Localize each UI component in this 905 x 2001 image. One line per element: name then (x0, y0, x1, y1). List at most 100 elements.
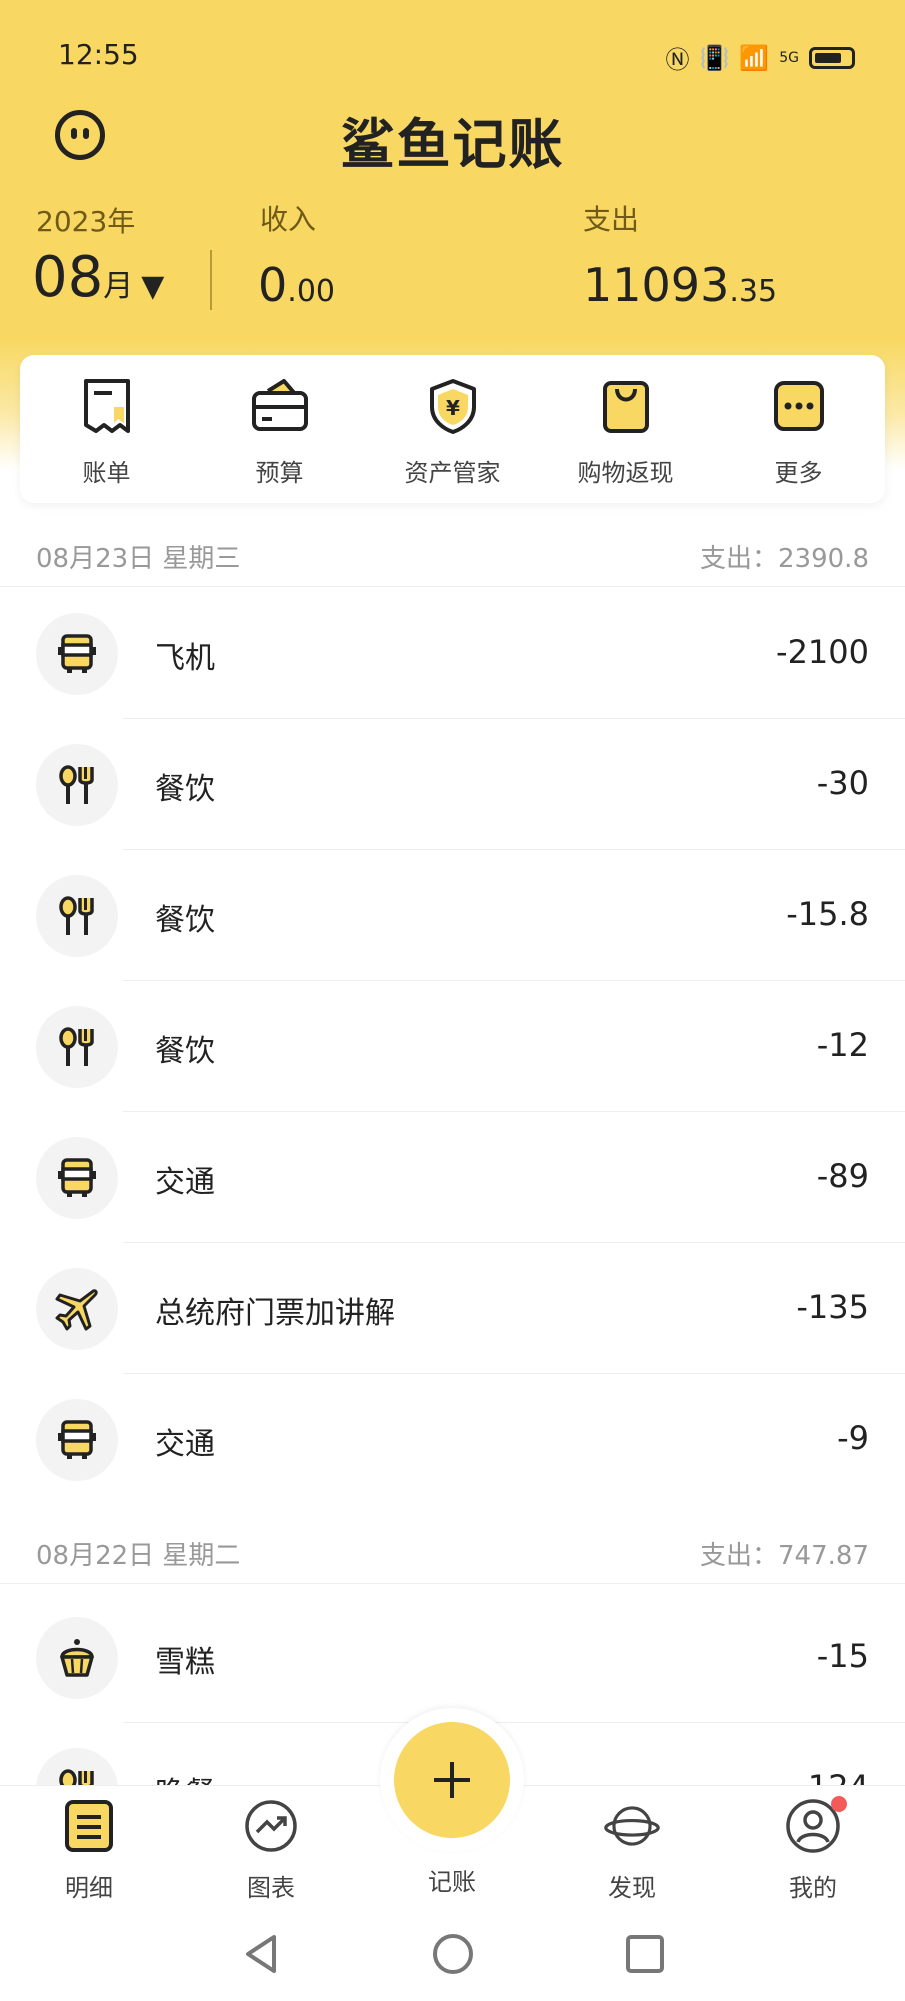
quick-actions-bar: 账单 预算 ¥ 资产管家 购物返现 更多 (20, 355, 885, 503)
entry-name: 飞机 (155, 641, 215, 676)
entry-icon-circle (36, 875, 118, 957)
month-number: 08 (32, 245, 104, 310)
add-record-button[interactable] (394, 1722, 510, 1838)
income-dec: .00 (287, 274, 335, 309)
planet-icon (604, 1806, 660, 1846)
tab-discover[interactable]: 发现 (572, 1798, 692, 1903)
quick-label-shopping: 购物返现 (577, 459, 674, 487)
quick-label-bill: 账单 (82, 459, 131, 487)
chart-icon (245, 1800, 297, 1852)
quick-item-bill[interactable]: 账单 (27, 355, 187, 488)
day-total: 支出：2390.8 (700, 544, 869, 574)
quick-label-assets: 资产管家 (404, 459, 501, 487)
day-total: 支出：747.87 (700, 1541, 869, 1571)
income-int: 0 (258, 258, 288, 312)
expense-int: 11093 (583, 258, 730, 312)
home-icon[interactable] (428, 1929, 478, 1979)
entry-icon-circle (36, 613, 118, 695)
list-item[interactable]: 餐饮 -30 (0, 719, 905, 850)
list-item[interactable]: 总统府门票加讲解 -135 (0, 1243, 905, 1374)
entry-amount: -30 (816, 764, 869, 802)
tab-label: 记账 (428, 1868, 476, 1896)
entry-icon-circle (36, 744, 118, 826)
entry-amount: -89 (816, 1157, 869, 1195)
entry-name: 交通 (155, 1165, 215, 1200)
back-icon[interactable] (236, 1929, 286, 1979)
quick-item-assets[interactable]: ¥ 资产管家 (373, 355, 533, 488)
day-header: 08月22日 星期二 支出：747.87 (0, 1515, 905, 1584)
svg-text:¥: ¥ (446, 396, 460, 420)
status-bar: 12:55 Ⓝ 📳 📶 5G (0, 0, 905, 110)
income-value: 0.00 (258, 258, 335, 312)
fork-spoon-icon (59, 896, 94, 935)
entry-amount: -9 (837, 1419, 869, 1457)
status-time: 12:55 (58, 38, 139, 71)
quick-item-more[interactable]: 更多 (719, 355, 879, 488)
entry-name: 餐饮 (155, 1034, 215, 1069)
tab-details[interactable]: 明细 (29, 1798, 149, 1903)
day-date: 08月23日 星期三 (36, 544, 241, 574)
entry-name: 交通 (155, 1427, 215, 1462)
fork-spoon-icon (59, 1027, 94, 1066)
entry-amount: -12 (816, 1026, 869, 1064)
list-item[interactable]: 餐饮 -12 (0, 981, 905, 1112)
battery-icon (809, 46, 855, 69)
list-item[interactable]: 餐饮 -15.8 (0, 850, 905, 981)
quick-item-budget[interactable]: 预算 (200, 355, 360, 488)
list-item[interactable]: 交通 -9 (0, 1374, 905, 1505)
month-unit: 月 (103, 269, 134, 304)
bus-icon (58, 1420, 96, 1459)
tab-label: 明细 (65, 1874, 113, 1902)
tab-charts[interactable]: 图表 (211, 1798, 331, 1903)
notification-dot (831, 1796, 847, 1812)
network-label: 5G (779, 49, 799, 66)
status-icons: Ⓝ 📳 📶 5G (665, 40, 855, 75)
entry-amount: -135 (796, 1288, 869, 1326)
tab-mine[interactable]: 我的 (753, 1796, 873, 1903)
entry-icon-circle (36, 1399, 118, 1481)
header-divider (210, 250, 212, 310)
shopping-bag-icon (602, 381, 649, 433)
expense-label: 支出 (583, 203, 640, 236)
entry-icon-circle (36, 1268, 118, 1350)
dropdown-arrow-icon: ▼ (141, 269, 165, 304)
year-label: 2023年 (36, 205, 136, 238)
day-header: 08月23日 星期三 支出：2390.8 (0, 518, 905, 587)
list-icon (65, 1800, 113, 1852)
bus-icon (58, 1158, 96, 1197)
vibrate-icon: 📳 (699, 43, 730, 72)
tab-label: 发现 (608, 1874, 656, 1902)
entry-icon-circle (36, 1006, 118, 1088)
bus-icon (58, 634, 96, 673)
wallet-icon (251, 379, 308, 431)
wifi-icon: 📶 (739, 43, 770, 72)
list-item[interactable]: 雪糕 -15 (0, 1592, 905, 1723)
month-selector[interactable]: 08月 ▼ (32, 245, 164, 310)
nfc-icon: Ⓝ (665, 46, 690, 74)
list-item[interactable]: 飞机 -2100 (0, 588, 905, 719)
system-nav-bar (0, 1915, 905, 2000)
quick-item-shopping[interactable]: 购物返现 (546, 355, 706, 488)
list-item[interactable]: 交通 -89 (0, 1112, 905, 1243)
tab-label: 图表 (247, 1874, 295, 1902)
quick-label-more: 更多 (774, 459, 823, 487)
recents-icon[interactable] (620, 1929, 670, 1979)
income-label: 收入 (260, 203, 317, 236)
entry-name: 餐饮 (155, 772, 215, 807)
expense-value: 11093.35 (583, 258, 777, 312)
entry-amount: -15 (816, 1637, 869, 1675)
cupcake-icon (60, 1639, 94, 1677)
entry-icon-circle (36, 1617, 118, 1699)
tab-label: 我的 (789, 1874, 837, 1902)
airplane-icon (55, 1289, 98, 1331)
entry-icon-circle (36, 1137, 118, 1219)
entry-name: 总统府门票加讲解 (155, 1296, 395, 1331)
shield-yen-icon: ¥ (429, 379, 476, 434)
fork-spoon-icon (59, 765, 94, 804)
quick-label-budget: 预算 (255, 459, 304, 487)
more-icon (773, 381, 824, 431)
day-date: 08月22日 星期二 (36, 1541, 241, 1571)
entry-name: 餐饮 (155, 903, 215, 938)
entry-name: 雪糕 (155, 1645, 215, 1680)
expense-dec: .35 (729, 274, 778, 309)
